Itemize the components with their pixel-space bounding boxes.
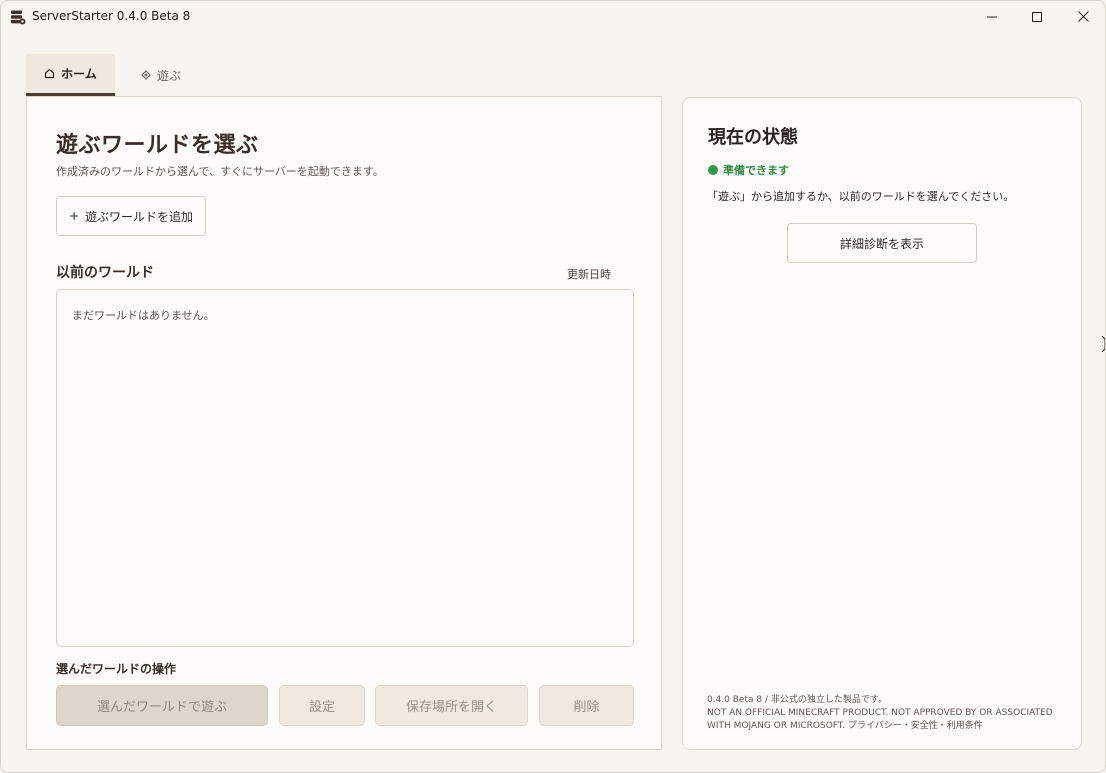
close-icon [1077,7,1089,26]
maximize-icon [1032,7,1042,26]
footer-version-line: 0.4.0 Beta 8 / 非公式の独立した製品です。 [707,695,887,705]
tab-home[interactable]: ホーム [26,54,115,96]
tab-home-label: ホーム [61,67,97,81]
maximize-button[interactable] [1014,1,1060,32]
title-bar: ServerStarter 0.4.0 Beta 8 [1,1,1105,32]
status-indicator: 準備できます [708,162,789,178]
page-subtitle: 作成済みのワールドから選んで、すぐにサーバーを起動できます。 [56,165,384,178]
add-world-button[interactable]: + 遊ぶワールドを追加 [56,196,206,236]
server-stack-icon [10,9,26,25]
world-list[interactable]: まだワールドはありません。 [56,289,634,647]
world-select-panel: 遊ぶワールドを選ぶ 作成済みのワールドから選んで、すぐにサーバーを起動できます。… [26,96,662,750]
resize-cursor-icon [1101,335,1105,353]
status-dot-icon [708,165,718,175]
operations-heading: 選んだワールドの操作 [56,662,177,676]
add-world-label: 遊ぶワールドを追加 [85,209,194,224]
status-heading: 現在の状態 [708,127,798,148]
previous-worlds-heading: 以前のワールド [56,265,154,281]
status-text: 準備できます [723,164,789,177]
minimize-button[interactable] [969,1,1015,32]
plus-icon: + [68,209,80,223]
diamond-icon [141,70,151,80]
settings-button[interactable]: 設定 [279,685,365,726]
close-button[interactable] [1060,1,1105,32]
play-selected-world-button[interactable]: 選んだワールドで遊ぶ [56,685,268,726]
status-panel: 現在の状態 準備できます 「遊ぶ」から追加するか、以前のワールドを選んでください… [682,97,1082,750]
show-diagnostics-button[interactable]: 詳細診断を表示 [787,223,977,263]
empty-list-message: まだワールドはありません。 [72,309,215,322]
app-window: ServerStarter 0.4.0 Beta 8 ホーム 遊ぶ 遊ぶワールド… [0,0,1106,773]
footer-notice: 0.4.0 Beta 8 / 非公式の独立した製品です。 NOT AN OFFI… [707,694,1067,733]
page-title: 遊ぶワールドを選ぶ [56,133,259,158]
footer-policy-links[interactable]: プライバシー・安全性・利用条件 [848,721,983,731]
tab-play-label: 遊ぶ [156,68,181,83]
open-save-location-button[interactable]: 保存場所を開く [375,685,528,726]
window-title: ServerStarter 0.4.0 Beta 8 [32,9,191,23]
delete-button[interactable]: 削除 [539,685,634,726]
sort-by-updated-button[interactable]: 更新日時 [567,266,611,282]
status-description: 「遊ぶ」から追加するか、以前のワールドを選んでください。 [707,190,1015,203]
home-icon [44,68,55,79]
tab-play[interactable]: 遊ぶ [121,54,201,96]
footer-disclaimer: NOT AN OFFICIAL MINECRAFT PRODUCT. NOT A… [707,707,1067,733]
minimize-icon [987,7,997,26]
